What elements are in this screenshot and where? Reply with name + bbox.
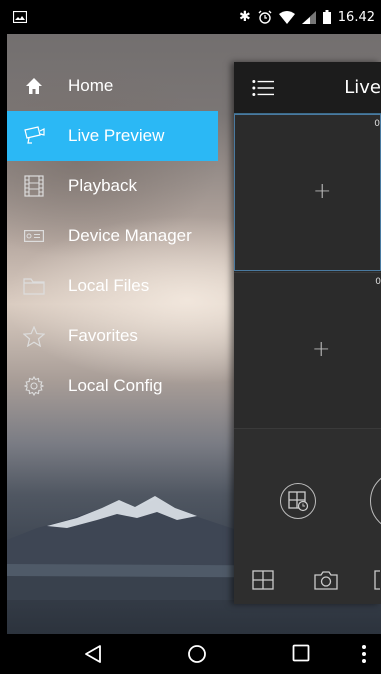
signal-icon	[301, 10, 316, 24]
image-notification-icon	[13, 11, 27, 23]
status-time: 16.42	[337, 9, 375, 25]
drawer-item-device-manager[interactable]: Device Manager	[7, 211, 218, 261]
snapshot-camera-icon[interactable]	[314, 570, 338, 590]
add-device-icon[interactable]: +	[312, 337, 330, 362]
drawer-item-playback[interactable]: Playback	[7, 161, 218, 211]
panel-header: Live	[234, 62, 381, 114]
device-icon	[23, 225, 45, 247]
star-icon	[23, 325, 45, 347]
grid-clock-icon	[288, 491, 309, 512]
recents-icon[interactable]	[292, 644, 310, 662]
screen: ✱ 16.42 Home Live Preview Playback Devic…	[7, 0, 381, 674]
drawer-item-live-preview[interactable]: Live Preview	[7, 111, 218, 161]
record-icon[interactable]	[374, 570, 381, 590]
battery-icon	[322, 10, 331, 24]
panel-title: Live	[344, 77, 381, 98]
ptz-control-button[interactable]	[370, 471, 381, 531]
folder-icon	[23, 275, 45, 297]
home-circle-icon[interactable]	[187, 644, 207, 664]
video-window-1[interactable]: 0 +	[234, 114, 381, 271]
drawer-item-label: Local Config	[68, 376, 163, 395]
drawer-item-label: Live Preview	[68, 126, 165, 145]
wifi-icon	[278, 10, 295, 24]
film-icon	[23, 175, 45, 197]
more-icon[interactable]	[361, 644, 367, 664]
video-window-2[interactable]: 0 +	[234, 272, 381, 429]
alarm-icon	[258, 10, 272, 24]
layout-schedule-button[interactable]	[280, 483, 316, 519]
control-area	[234, 428, 381, 604]
drawer-item-label: Favorites	[68, 326, 138, 345]
status-bar: ✱ 16.42	[7, 0, 381, 34]
live-preview-panel: Live 0 + 0 +	[234, 62, 381, 604]
drawer-item-label: Local Files	[68, 276, 150, 295]
split-screen-icon[interactable]	[252, 570, 274, 590]
window-index: 0	[375, 277, 381, 287]
navigation-drawer: Home Live Preview Playback Device Manage…	[7, 61, 235, 411]
drawer-item-home[interactable]: Home	[7, 61, 218, 111]
list-menu-icon[interactable]	[252, 79, 275, 97]
drawer-item-label: Home	[68, 76, 114, 95]
drawer-item-local-config[interactable]: Local Config	[7, 361, 218, 411]
drawer-item-local-files[interactable]: Local Files	[7, 261, 218, 311]
add-device-icon[interactable]: +	[313, 179, 331, 204]
drawer-item-label: Playback	[68, 176, 137, 195]
back-icon[interactable]	[83, 644, 103, 664]
drawer-item-label: Device Manager	[68, 226, 192, 245]
window-index: 0	[374, 119, 380, 129]
camera-icon	[23, 125, 45, 147]
bluetooth-icon: ✱	[239, 9, 251, 25]
gear-icon	[23, 375, 45, 397]
home-icon	[23, 75, 45, 97]
drawer-item-favorites[interactable]: Favorites	[7, 311, 218, 361]
navigation-bar	[7, 634, 381, 674]
